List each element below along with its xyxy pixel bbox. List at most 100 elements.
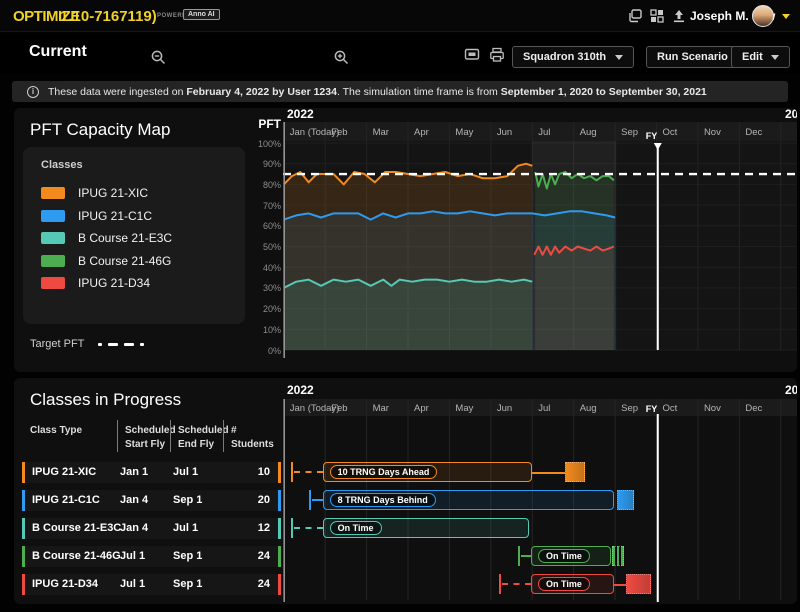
table-column-header: Class Type xyxy=(30,424,82,438)
y-axis-tick: 70% xyxy=(244,201,281,211)
edit-label: Edit xyxy=(742,51,763,63)
table-row[interactable]: IPUG 21-XICJan 1Jul 110 xyxy=(22,462,281,483)
table-row[interactable]: IPUG 21-C1CJan 4Sep 120 xyxy=(22,490,281,511)
info-icon: i xyxy=(27,86,39,98)
user-menu-caret-icon[interactable] xyxy=(782,14,790,19)
anno-ai-badge: Anno AI xyxy=(183,9,220,20)
cell-end-fly: Jul 1 xyxy=(173,466,198,478)
legend-item[interactable]: IPUG 21-D34 xyxy=(41,276,150,290)
cell-end-fly: Sep 1 xyxy=(173,550,202,562)
cell-students: 24 xyxy=(258,550,270,562)
y-axis-tick: 10% xyxy=(244,325,281,335)
gantt-dashed-connector xyxy=(312,499,323,501)
gantt-solid-connector xyxy=(614,584,626,586)
target-dash-icon xyxy=(140,343,144,346)
y-axis-tick: 90% xyxy=(244,159,281,169)
month-label: May xyxy=(455,127,473,138)
target-dash-icon xyxy=(108,343,118,346)
legend-item[interactable]: B Course 21-E3C xyxy=(41,231,172,245)
target-dash-icon xyxy=(98,343,102,346)
next-year-label: 2023 xyxy=(785,383,797,397)
legend-title: Classes xyxy=(41,159,83,171)
user-avatar[interactable] xyxy=(752,5,774,27)
header-separator xyxy=(223,420,224,452)
gantt-status-pill: On Time xyxy=(538,549,590,563)
classes-gantt-chart: 20222023Jan (Today)FebMarAprMayJunJulAug… xyxy=(283,378,797,604)
zoom-out-icon[interactable] xyxy=(150,49,168,67)
legend-label: IPUG 21-D34 xyxy=(78,276,150,290)
y-axis-tick: 50% xyxy=(244,242,281,252)
header-separator xyxy=(117,420,118,452)
legend-label: IPUG 21-XIC xyxy=(78,186,148,200)
month-label: Jun xyxy=(497,403,512,414)
comment-icon[interactable] xyxy=(463,46,481,64)
pft-capacity-chart: 20222023Jan (Today)FebMarAprMayJunJulAug… xyxy=(283,108,797,372)
table-row[interactable]: B Course 21-46GJul 1Sep 124 xyxy=(22,546,281,567)
gantt-status-pill: On Time xyxy=(330,521,382,535)
gantt-dashed-connector xyxy=(521,555,531,557)
legend-swatch xyxy=(41,210,65,222)
cell-students: 12 xyxy=(258,522,270,534)
month-label: Dec xyxy=(745,403,762,414)
month-label: Nov xyxy=(704,403,721,414)
gantt-end-block[interactable] xyxy=(626,574,651,594)
cascade-windows-icon[interactable] xyxy=(626,7,644,25)
cell-class-type: IPUG 21-XIC xyxy=(32,466,96,478)
cell-class-type: B Course 21-E3C xyxy=(32,522,121,534)
month-label: Jul xyxy=(538,403,550,414)
legend-label: B Course 21-E3C xyxy=(78,231,172,245)
cell-students: 20 xyxy=(258,494,270,506)
cell-start-fly: Jan 1 xyxy=(120,466,148,478)
edit-menu-button[interactable]: Edit xyxy=(731,46,790,68)
pft-panel-title: PFT Capacity Map xyxy=(30,120,170,140)
dashboard-grid-icon[interactable] xyxy=(648,7,666,25)
target-pft-legend: Target PFT xyxy=(30,338,150,350)
optimize-app: OPTIMIZE 1.10-7167119) POWERED BY Anno A… xyxy=(0,0,800,612)
zoom-in-icon[interactable] xyxy=(333,49,351,67)
tab-current[interactable]: Current xyxy=(29,43,87,61)
squadron-select[interactable]: Squadron 310th xyxy=(512,46,634,68)
banner-text: These data were ingested on February 4, … xyxy=(48,86,707,98)
legend-item[interactable]: IPUG 21-XIC xyxy=(41,186,148,200)
run-scenario-label: Run Scenario xyxy=(657,51,728,63)
month-label: Feb xyxy=(331,127,347,138)
legend-item[interactable]: IPUG 21-C1C xyxy=(41,209,152,223)
print-icon[interactable] xyxy=(488,46,506,64)
gantt-end-block[interactable] xyxy=(565,462,585,482)
month-label: Nov xyxy=(704,127,721,138)
year-label: 2022 xyxy=(287,108,314,121)
fy-label: FY xyxy=(646,131,658,141)
month-label: Jul xyxy=(538,127,550,138)
classes-panel-title: Classes in Progress xyxy=(30,390,181,410)
legend-item[interactable]: B Course 21-46G xyxy=(41,254,171,268)
month-label: Mar xyxy=(373,127,389,138)
upload-icon[interactable] xyxy=(670,7,688,25)
toolbar: Current Squadron 310th R xyxy=(0,33,800,73)
cell-end-fly: Sep 1 xyxy=(173,578,202,590)
y-axis-tick: 80% xyxy=(244,180,281,190)
pft-capacity-panel: PFT Capacity Map PFT Classes IPUG 21-XIC… xyxy=(14,108,797,372)
table-row[interactable]: IPUG 21-D34Jul 1Sep 124 xyxy=(22,574,281,595)
fy-label: FY xyxy=(646,404,658,414)
classes-table-header: Class TypeScheduledStart FlyScheduledEnd… xyxy=(22,420,281,454)
month-label: May xyxy=(455,403,473,414)
month-label: Feb xyxy=(331,403,347,414)
table-column-header: ScheduledStart Fly xyxy=(125,424,176,451)
squadron-select-value: Squadron 310th xyxy=(523,51,606,63)
gantt-status-pill: On Time xyxy=(538,577,590,591)
month-label: Mar xyxy=(373,403,389,414)
year-label: 2022 xyxy=(287,383,314,397)
classes-legend-card: Classes IPUG 21-XIC IPUG 21-C1C B Course 2… xyxy=(23,147,245,324)
y-axis-tick: 60% xyxy=(244,221,281,231)
month-label: Oct xyxy=(663,403,678,414)
y-axis-tick: 20% xyxy=(244,304,281,314)
classes-in-progress-panel: Classes in Progress Class Type ScheduledS… xyxy=(14,378,797,604)
gantt-dashed-connector xyxy=(294,471,323,473)
gantt-end-block[interactable] xyxy=(612,546,624,566)
cell-start-fly: Jul 1 xyxy=(120,578,145,590)
month-label: Sep xyxy=(621,403,638,414)
cell-end-fly: Jul 1 xyxy=(173,522,198,534)
run-scenario-button[interactable]: Run Scenario xyxy=(646,46,739,68)
gantt-end-block[interactable] xyxy=(617,490,634,510)
table-row[interactable]: B Course 21-E3CJan 4Jul 112 xyxy=(22,518,281,539)
